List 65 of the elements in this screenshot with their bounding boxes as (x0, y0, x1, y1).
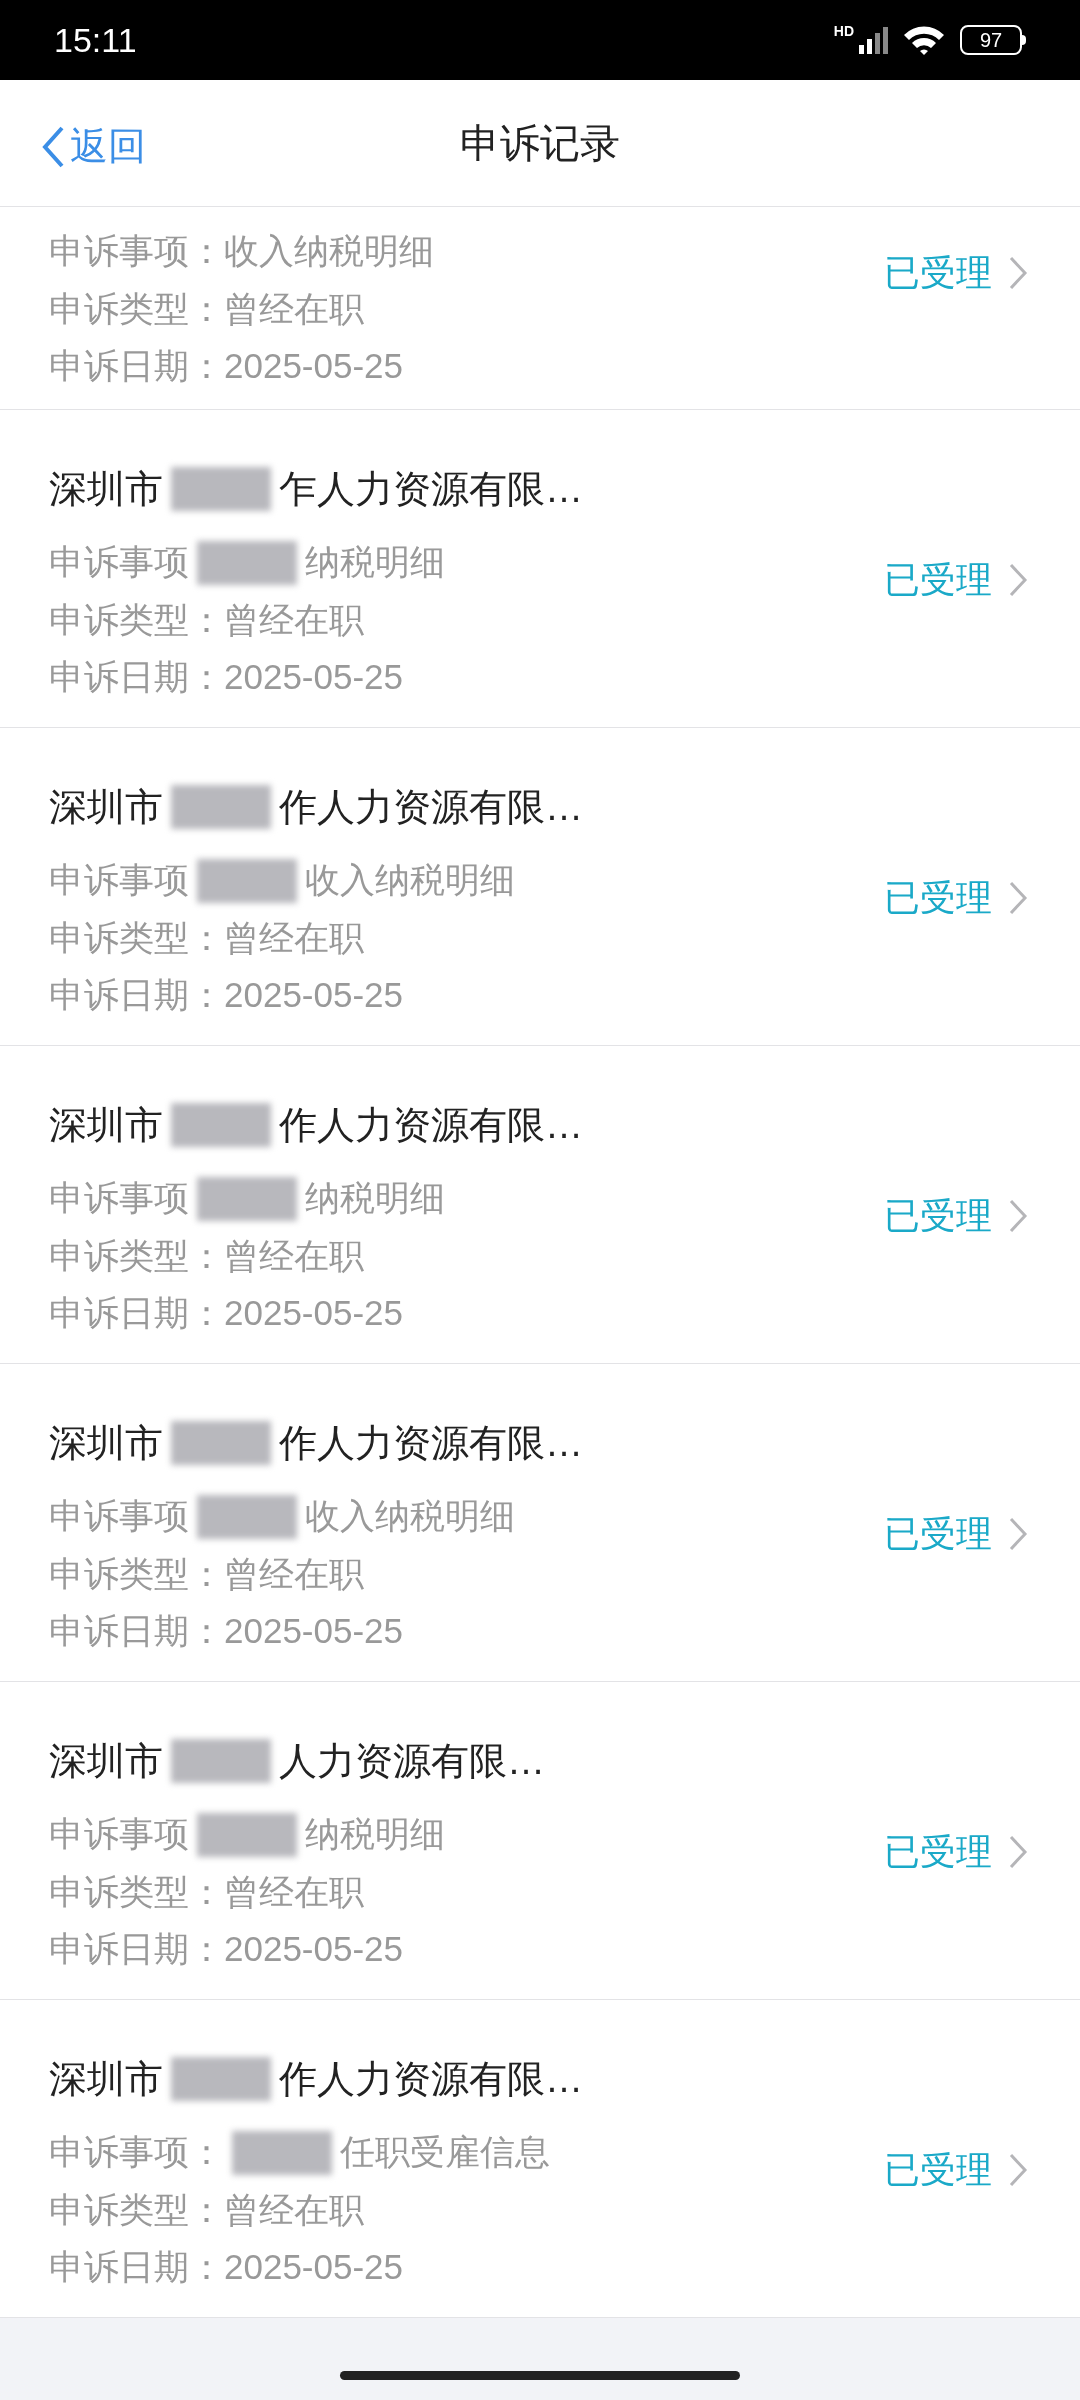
status-label: 已受理 (884, 2147, 992, 2192)
subject-text: 申诉事项 (49, 1495, 189, 1538)
page-title: 申诉记录 (460, 120, 620, 167)
record-row[interactable]: 深圳市 作人力资源有限… 申诉事项 收入纳税明细 申诉类型：曾经在职 申诉日期：2025-05-25 已受理 (0, 728, 1080, 1046)
record-row[interactable]: 深圳市 作人力资源有限… 申诉事项： 任职受雇信息 申诉类型：曾经在职 申诉日期：2025-05-25 已受理 (0, 2000, 1080, 2318)
signal-icon (858, 25, 888, 55)
date-text: 申诉日期：2025-05-25 (49, 1928, 405, 1970)
company-name: 作人力资源有限… (279, 784, 583, 830)
status-label: 已受理 (884, 1193, 992, 1238)
type-text: 申诉类型：曾经在职 (49, 917, 365, 959)
subject-text: 纳税明细 (305, 541, 445, 584)
company-name: 乍人力资源有限… (279, 466, 583, 512)
status-time: 15:11 (54, 19, 137, 61)
company-name: 深圳市 (49, 2056, 163, 2102)
company-name: 深圳市 (49, 466, 163, 512)
chevron-right-icon (1008, 1197, 1028, 1234)
type-text: 申诉类型：曾经在职 (49, 1553, 365, 1595)
record-row[interactable]: 深圳市 乍人力资源有限… 申诉事项 纳税明细 申诉类型：曾经在职 申诉日期：2025-05-25 已受理 (0, 410, 1080, 728)
subject-text: 申诉事项： (49, 2131, 224, 2174)
company-name: 深圳市 (49, 1420, 163, 1466)
type-text: 申诉类型：曾经在职 (49, 599, 365, 641)
date-text: 申诉日期：2025-05-25 (49, 974, 405, 1016)
type-text: 申诉类型：曾经在职 (49, 2189, 365, 2231)
chevron-right-icon (1008, 2151, 1028, 2188)
chevron-right-icon (1008, 879, 1028, 916)
status-label: 已受理 (884, 1511, 992, 1556)
status-label: 已受理 (884, 251, 992, 295)
subject-text: 任职受雇信息 (340, 2131, 550, 2174)
subject-text: 纳税明细 (305, 1177, 445, 1220)
network-label: HD (833, 24, 854, 38)
subject-text: 申诉事项 (49, 1177, 189, 1220)
chevron-left-icon (40, 124, 66, 169)
company-name: 人力资源有限… (279, 1738, 545, 1784)
subject-text: 纳税明细 (305, 1813, 445, 1856)
subject-text: 申诉事项 (49, 859, 189, 902)
type-text: 申诉类型：曾经在职 (49, 1871, 365, 1913)
status-label: 已受理 (884, 557, 992, 602)
record-row[interactable]: 深圳市 作人力资源有限… 申诉事项 纳税明细 申诉类型：曾经在职 申诉日期：2025-05-25 已受理 (0, 1046, 1080, 1364)
date-text: 申诉日期：2025-05-25 (49, 1292, 405, 1334)
company-name: 深圳市 (49, 1738, 163, 1784)
chevron-right-icon (1008, 1515, 1028, 1552)
subject-text: 收入纳税明细 (305, 859, 515, 902)
company-name: 作人力资源有限… (279, 1102, 583, 1148)
subject-text: 收入纳税明细 (305, 1495, 515, 1538)
chevron-right-icon (1008, 561, 1028, 598)
company-name: 作人力资源有限… (279, 1420, 583, 1466)
subject-text: 申诉事项 (49, 541, 189, 584)
date-text: 申诉日期：2025-05-25 (49, 344, 405, 387)
battery-indicator: 97 (960, 25, 1026, 55)
subject-text: 申诉事项：收入纳税明细 (49, 229, 434, 272)
date-text: 申诉日期：2025-05-25 (49, 656, 405, 698)
record-row[interactable]: 深圳市 人力资源有限… 申诉事项 纳税明细 申诉类型：曾经在职 申诉日期：2025-05-25 已受理 (0, 1682, 1080, 2000)
company-name: 深圳市 (49, 1102, 163, 1148)
record-row[interactable]: 深圳市 作人力资源有限… 申诉事项 收入纳税明细 申诉类型：曾经在职 申诉日期：2025-05-25 已受理 (0, 1364, 1080, 1682)
status-label: 已受理 (884, 1829, 992, 1874)
type-text: 申诉类型：曾经在职 (49, 287, 365, 330)
type-text: 申诉类型：曾经在职 (49, 1235, 365, 1277)
chevron-right-icon (1008, 255, 1028, 291)
subject-text: 申诉事项 (49, 1813, 189, 1856)
date-text: 申诉日期：2025-05-25 (49, 2246, 405, 2288)
date-text: 申诉日期：2025-05-25 (49, 1610, 405, 1652)
company-name: 深圳市 (49, 784, 163, 830)
status-label: 已受理 (884, 875, 992, 920)
chevron-right-icon (1008, 1833, 1028, 1870)
company-name: 作人力资源有限… (279, 2056, 583, 2102)
